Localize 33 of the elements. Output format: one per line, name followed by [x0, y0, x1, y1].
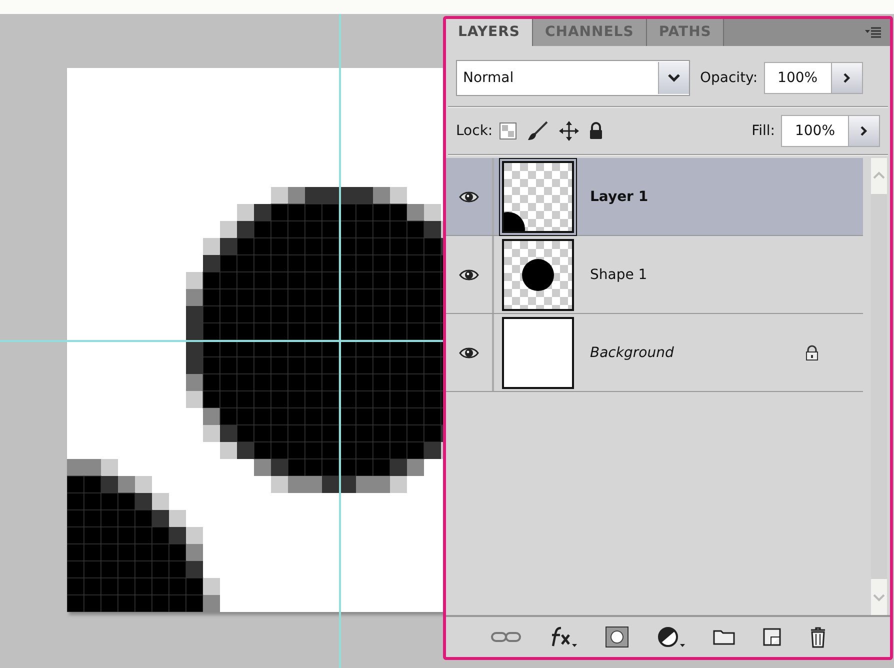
half-circle-icon[interactable]: [657, 626, 685, 648]
lock-label: Lock:: [456, 123, 493, 139]
new-page-icon[interactable]: [763, 628, 781, 646]
layer-name: Layer 1: [590, 188, 650, 204]
panel-tab[interactable]: LAYERS: [446, 19, 533, 46]
layer-row[interactable]: Shape 1: [446, 236, 863, 314]
chevron-down-icon: [666, 72, 682, 84]
opacity-arrow-button[interactable]: [832, 62, 863, 94]
opacity-field[interactable]: 100%: [764, 62, 832, 94]
panel-menu-icon[interactable]: [864, 26, 882, 38]
padlock-icon[interactable]: [588, 122, 603, 140]
layer-row[interactable]: Background: [446, 314, 863, 392]
brush-icon[interactable]: [526, 121, 549, 141]
checker-square-icon[interactable]: [498, 122, 517, 140]
layer-thumbnail: [504, 318, 572, 386]
fx-icon[interactable]: [549, 626, 577, 648]
opacity-label: Opacity:: [700, 70, 758, 86]
fill-arrow-button[interactable]: [849, 115, 880, 147]
layer-name: Background: [590, 344, 675, 360]
arrow-right-icon: [842, 73, 851, 83]
folder-icon[interactable]: [713, 629, 735, 645]
layer-thumbnail: [504, 240, 572, 308]
fill-label: Fill:: [752, 123, 775, 139]
link-icon[interactable]: [491, 630, 521, 644]
move-arrows-icon[interactable]: [558, 121, 579, 141]
layer-thumbnail: [504, 162, 572, 230]
layer-row[interactable]: Layer 1: [446, 158, 863, 236]
arrow-right-icon: [860, 126, 868, 136]
trash-icon[interactable]: [809, 626, 827, 648]
mask-icon[interactable]: [605, 626, 629, 648]
fill-field[interactable]: 100%: [781, 115, 849, 147]
blend-mode-dropdown[interactable]: Normal: [456, 60, 690, 96]
layer-name: Shape 1: [590, 266, 648, 282]
